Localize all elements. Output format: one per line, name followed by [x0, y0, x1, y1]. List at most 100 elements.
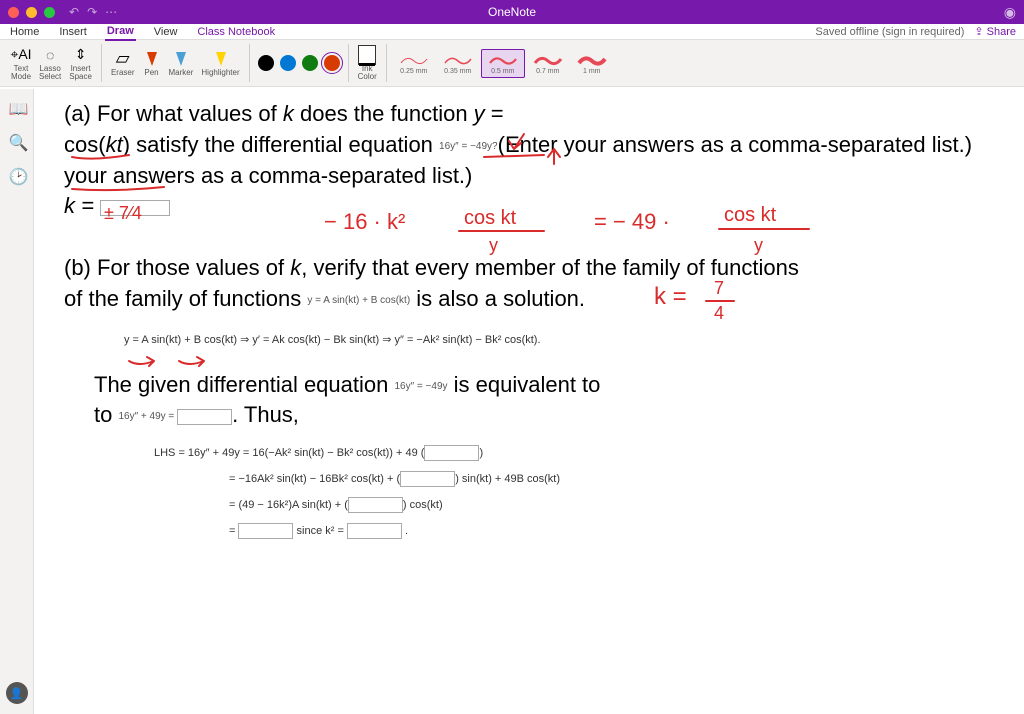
highlighter-icon [212, 50, 230, 68]
insert-space-icon: ⇕ [72, 46, 90, 64]
text-b3: is also a solution. [410, 286, 585, 311]
share-icon: ⇪ [974, 25, 983, 38]
tab-draw[interactable]: Draw [105, 23, 136, 41]
canvas[interactable]: (a) For what values of k does the functi… [34, 89, 1024, 714]
text-b2b: of the family of functions [64, 286, 307, 311]
answer-input-5[interactable] [238, 523, 293, 539]
stroke-label: 1 mm [583, 68, 601, 75]
k-equals: k = [64, 193, 100, 218]
answer-input-6[interactable] [347, 523, 402, 539]
text-k2: k [290, 255, 301, 280]
stroke-0.7mm[interactable]: 0.7 mm [527, 50, 569, 77]
text-a4: ) satisfy the differential equation [123, 132, 439, 157]
answer-input-3[interactable] [400, 471, 455, 487]
stroke-1mm[interactable]: 1 mm [571, 50, 613, 77]
stroke-label: 0.25 mm [400, 68, 427, 75]
undo-button[interactable]: ↶ [69, 5, 79, 19]
pen-button[interactable]: Pen [140, 48, 164, 79]
lhs-line-4: = since k² = . [229, 523, 994, 539]
share-button[interactable]: ⇪ Share [974, 25, 1016, 38]
saved-status: Saved offline (sign in required) [815, 26, 964, 38]
stroke-label: 0.35 mm [444, 68, 471, 75]
text-cos: cos( [64, 132, 106, 157]
eraser-label: Eraser [111, 69, 135, 77]
search-icon[interactable]: 🔍 [9, 133, 25, 149]
ink-color-label: Ink Color [358, 65, 377, 81]
traffic-lights [8, 7, 55, 18]
color-swatch-3[interactable] [324, 55, 340, 71]
tab-home[interactable]: Home [8, 24, 41, 40]
text-a2: does the function [294, 101, 474, 126]
highlighter-button[interactable]: Highlighter [198, 48, 242, 79]
eraser-button[interactable]: ▱ Eraser [108, 48, 138, 79]
ink-color-button[interactable]: Ink Color [355, 44, 380, 83]
pen-icon [143, 50, 161, 68]
cursor-icon: ⌖AI [12, 46, 30, 64]
color-swatch-2[interactable] [302, 55, 318, 71]
eq-small-3: 16y″ = −49y [394, 381, 447, 392]
highlighter-label: Highlighter [201, 69, 239, 77]
answer-input-1[interactable] [177, 409, 232, 425]
redo-button[interactable]: ↷ [87, 5, 97, 19]
ink-color-icon [358, 46, 376, 64]
text-to: to [94, 402, 118, 427]
color-swatch-1[interactable] [280, 55, 296, 71]
stroke-0.25mm[interactable]: 0.25 mm [393, 50, 435, 77]
text-kt: kt [106, 132, 123, 157]
text-given1: The given differential equation [94, 372, 394, 397]
recent-icon[interactable]: 🕑 [9, 167, 25, 183]
derivative-line: y = A sin(kt) + B cos(kt) ⇒ y′ = Ak cos(… [124, 333, 994, 346]
answer-input-4[interactable] [348, 497, 403, 513]
wave-icon [399, 52, 429, 68]
text-y: y [474, 101, 485, 126]
lhs-line-1: LHS = 16y″ + 49y = 16(−Ak² sin(kt) − Bk²… [154, 445, 994, 461]
marker-button[interactable]: Marker [166, 48, 197, 79]
eq-small-2: y = A sin(kt) + B cos(kt) [307, 295, 410, 306]
eq-small-1: 16y″ = −49y? [439, 141, 498, 152]
menubar: Home Insert Draw View Class Notebook Sav… [0, 24, 1024, 40]
wave-icon [443, 52, 473, 68]
text-eq: = [485, 101, 504, 126]
tab-insert[interactable]: Insert [57, 24, 89, 40]
text-a1: (a) For what values of [64, 101, 283, 126]
text-mode-button[interactable]: ⌖AI Text Mode [8, 44, 34, 83]
notebooks-icon[interactable]: 📖 [9, 99, 25, 115]
stroke-label: 0.7 mm [536, 68, 559, 75]
wave-icon [488, 52, 518, 68]
text-a5: (Enter your answers as a comma-separated… [498, 132, 972, 157]
pen-label: Pen [144, 69, 158, 77]
stroke-0.5mm[interactable]: 0.5 mm [481, 49, 525, 78]
text-b2: , verify that every member of the family… [301, 255, 799, 280]
text-given2: is equivalent to [448, 372, 601, 397]
maximize-button[interactable] [44, 7, 55, 18]
text-mode-label: Text Mode [11, 65, 31, 81]
color-swatch-0[interactable] [258, 55, 274, 71]
quick-access: ↶ ↷ ⋯ [69, 5, 117, 19]
answer-input-k[interactable] [100, 200, 170, 216]
marker-label: Marker [169, 69, 194, 77]
answer-input-2[interactable] [424, 445, 479, 461]
content: (a) For what values of k does the functi… [64, 99, 994, 315]
stroke-0.35mm[interactable]: 0.35 mm [437, 50, 479, 77]
close-button[interactable] [8, 7, 19, 18]
wave-icon [577, 52, 607, 68]
text-a5b: your answers as a comma-separated list.) [64, 163, 472, 188]
marker-icon [172, 50, 190, 68]
insert-space-button[interactable]: ⇕ Insert Space [66, 44, 95, 83]
more-button[interactable]: ⋯ [105, 5, 117, 19]
lasso-label: Lasso Select [39, 65, 61, 81]
sidebar: 📖 🔍 🕑 👤 [0, 89, 34, 714]
text-k: k [283, 101, 294, 126]
avatar[interactable]: 👤 [6, 682, 28, 704]
text-b1: (b) For those values of [64, 255, 290, 280]
lasso-select-button[interactable]: ◌ Lasso Select [36, 44, 64, 83]
tab-view[interactable]: View [152, 24, 180, 40]
ribbon: ⌖AI Text Mode ◌ Lasso Select ⇕ Insert Sp… [0, 40, 1024, 87]
wave-icon [533, 52, 563, 68]
lhs-line-3: = (49 − 16k²)A sin(kt) + () cos(kt) [229, 497, 994, 513]
minimize-button[interactable] [26, 7, 37, 18]
app-title: OneNote [488, 5, 536, 19]
presence-icon[interactable]: ◉ [1004, 4, 1016, 21]
text-thus: . Thus, [232, 402, 299, 427]
tab-class-notebook[interactable]: Class Notebook [195, 24, 277, 40]
